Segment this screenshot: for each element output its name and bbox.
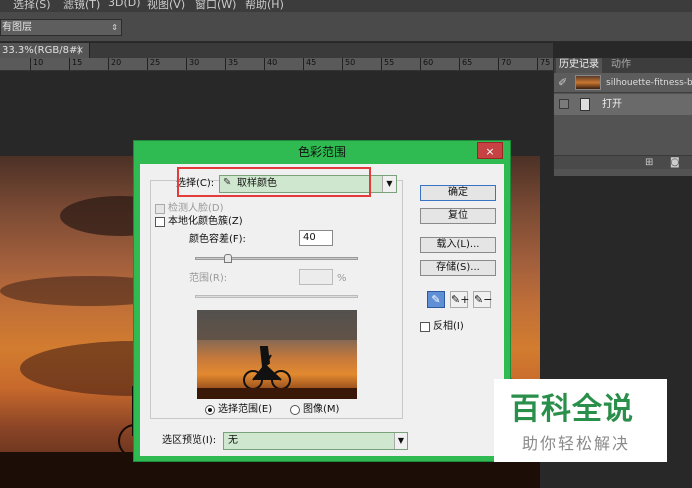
document-tab[interactable]: 33.3%(RGB/8#) × [0, 43, 90, 58]
eyedropper-icon[interactable]: ✎ [427, 291, 445, 308]
panel-tabs: 历史记录 动作 [554, 58, 692, 73]
fuzziness-slider[interactable] [195, 257, 358, 260]
mask-preview[interactable] [197, 310, 357, 399]
range-input[interactable] [299, 269, 333, 285]
load-button[interactable]: 载入(L)... [420, 237, 496, 253]
ruler-label: 75 [537, 58, 550, 70]
snapshot-thumbnail [575, 75, 601, 90]
dialog-body: 选择(C): ✎ 取样颜色 ▼ 检测人脸(D) 本地化颜色簇(Z) 颜色容差(F… [140, 164, 504, 456]
selection-preview-dropdown[interactable]: 无 ▼ [223, 432, 408, 450]
ok-button[interactable]: 确定 [420, 185, 496, 201]
chevron-down-icon: ▼ [394, 433, 407, 449]
layer-sample-select[interactable]: 有图层 ⇕ [0, 19, 122, 36]
history-step-open[interactable]: 打开 [554, 94, 692, 115]
menu-select[interactable]: 选择(S) [13, 0, 51, 12]
snapshot-name: silhouette-fitness-bl [606, 78, 692, 88]
layer-sample-value: 有图层 [2, 22, 32, 33]
ruler-label: 25 [147, 58, 160, 70]
options-bar: 有图层 ⇕ [0, 12, 692, 42]
ruler-label: 65 [459, 58, 472, 70]
ruler-label: 10 [30, 58, 43, 70]
preview-cloud [197, 310, 357, 340]
cyclist-silhouette [243, 346, 291, 390]
menu-bar: 选择(S) 滤镜(T) 3D(D) 视图(V) 窗口(W) 帮助(H) [0, 0, 692, 12]
highlight-box [177, 167, 371, 197]
history-brush-icon[interactable]: ✐ [558, 76, 572, 90]
camera-icon[interactable]: ◙ [670, 156, 680, 170]
radio-image[interactable] [290, 405, 300, 415]
ruler-label: 30 [186, 58, 199, 70]
localized-clusters-label: 本地化颜色簇(Z) [168, 216, 243, 227]
fuzziness-input[interactable]: 40 [299, 230, 333, 246]
panel-footer: ⊞ ◙ [554, 155, 692, 169]
range-unit: % [337, 273, 347, 284]
menu-3d[interactable]: 3D(D) [108, 0, 141, 9]
fuzziness-slider-thumb[interactable] [223, 254, 232, 263]
radio-image-label: 图像(M) [303, 404, 340, 415]
document-tab-bar: 33.3%(RGB/8#) × [0, 43, 553, 58]
ruler-label: 60 [420, 58, 433, 70]
range-slider[interactable] [195, 295, 358, 298]
selection-preview-label: 选区预览(I): [162, 435, 217, 446]
updown-arrow-icon: ⇕ [111, 23, 118, 32]
menu-filter[interactable]: 滤镜(T) [63, 0, 100, 12]
ruler-label: 20 [108, 58, 121, 70]
add-to-sample-icon[interactable]: ✎+ [450, 291, 469, 308]
radio-selection[interactable] [205, 405, 215, 415]
ruler-label: 15 [69, 58, 82, 70]
localized-clusters-checkbox[interactable] [155, 217, 165, 227]
range-label: 范围(R): [189, 273, 228, 284]
fuzziness-value: 40 [303, 232, 316, 243]
detect-faces-label: 检测人脸(D) [168, 203, 224, 214]
watermark-title: 百科全说 [510, 392, 634, 427]
ruler-label: 35 [225, 58, 238, 70]
preview-ground [197, 388, 357, 399]
menu-help[interactable]: 帮助(H) [245, 0, 284, 12]
chevron-down-icon: ▼ [382, 176, 396, 192]
detect-faces-checkbox[interactable] [155, 204, 165, 214]
fuzziness-label: 颜色容差(F): [189, 234, 246, 245]
document-icon [580, 98, 590, 111]
history-snapshot-row[interactable]: ✐ silhouette-fitness-bl [554, 73, 692, 93]
history-step-label: 打开 [602, 99, 622, 110]
watermark-subtitle: 助你轻松解决 [522, 434, 631, 453]
tab-history[interactable]: 历史记录 [556, 58, 602, 73]
history-panel: 历史记录 动作 ✐ silhouette-fitness-bl 打开 ⊞ ◙ [553, 58, 692, 176]
reset-button[interactable]: 复位 [420, 208, 496, 224]
selection-preview-value: 无 [228, 435, 238, 446]
dialog-title: 色彩范围 [297, 145, 346, 159]
invert-label: 反相(I) [433, 321, 464, 332]
watermark-logo: 百科全说 助你轻松解决 [494, 379, 667, 462]
menu-window[interactable]: 窗口(W) [195, 0, 236, 12]
ruler-label: 70 [498, 58, 511, 70]
horizontal-ruler: 10 15 20 25 30 35 40 45 50 55 60 65 70 7… [0, 58, 553, 71]
invert-checkbox[interactable] [420, 322, 430, 332]
ruler-label: 55 [381, 58, 394, 70]
close-icon[interactable]: × [76, 43, 84, 58]
history-source-checkbox[interactable] [559, 99, 569, 109]
menu-view[interactable]: 视图(V) [147, 0, 185, 12]
ruler-label: 45 [303, 58, 316, 70]
ruler-label: 40 [264, 58, 277, 70]
radio-selection-label: 选择范围(E) [218, 404, 273, 415]
subtract-from-sample-icon[interactable]: ✎− [473, 291, 492, 308]
color-range-dialog: 色彩范围 × 选择(C): ✎ 取样颜色 ▼ 检测人脸(D) 本地化颜色簇(Z)… [133, 140, 511, 462]
ruler-label: 50 [342, 58, 355, 70]
new-snapshot-icon[interactable]: ⊞ [645, 156, 653, 170]
tab-actions[interactable]: 动作 [608, 58, 634, 73]
dialog-close-button[interactable]: × [477, 142, 503, 159]
save-button[interactable]: 存储(S)... [420, 260, 496, 276]
document-tab-label: 33.3%(RGB/8#) [2, 45, 82, 56]
